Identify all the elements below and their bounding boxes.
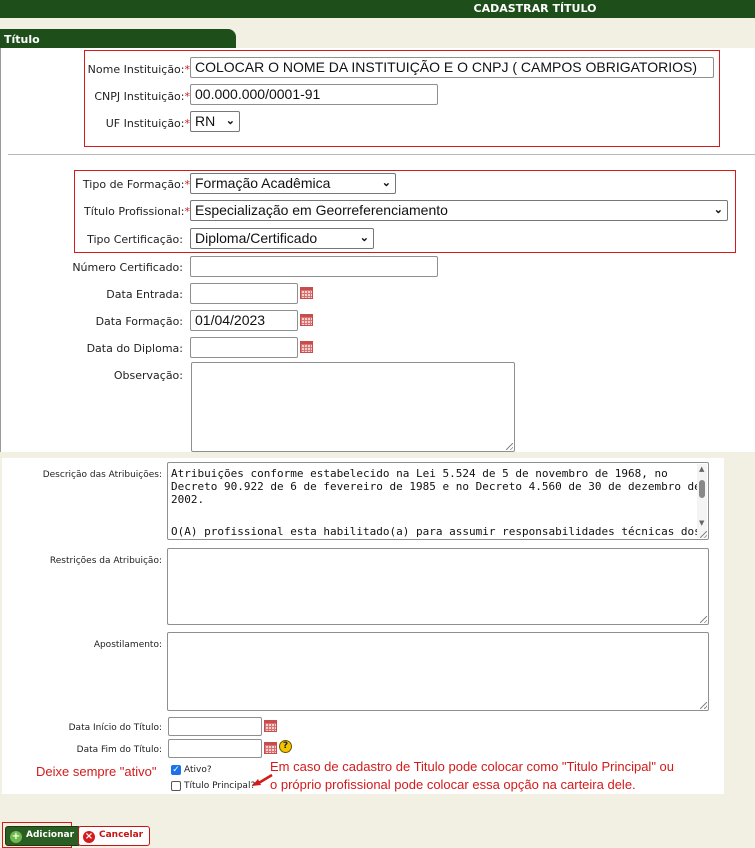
- ativo-label: Ativo?: [184, 765, 212, 775]
- titulo-profissional-label: Título Profissional:*: [84, 205, 190, 218]
- data-formacao-label: Data Formação:: [95, 315, 183, 328]
- descricao-line: O(A) profissional esta habilitado(a) par…: [171, 525, 701, 538]
- descricao-atribuicoes-textarea[interactable]: Atribuições conforme estabelecido na Lei…: [167, 462, 709, 540]
- resize-grip[interactable]: [506, 443, 513, 450]
- tab-titulo[interactable]: Título: [0, 29, 236, 49]
- apostilamento-label: Apostilamento:: [93, 640, 162, 650]
- data-fim-titulo-label: Data Fim do Título:: [76, 745, 162, 755]
- data-inicio-titulo-label: Data Início do Título:: [68, 723, 162, 733]
- calendar-icon[interactable]: [300, 314, 313, 326]
- ativo-checkbox[interactable]: ✓: [171, 765, 181, 775]
- calendar-icon[interactable]: [264, 720, 277, 732]
- cnpj-instituicao-input[interactable]: 00.000.000/0001-91: [190, 84, 438, 105]
- scrollbar-thumb[interactable]: [699, 480, 705, 498]
- page-title: CADASTRAR TÍTULO: [473, 2, 597, 15]
- chevron-down-icon: ⌄: [381, 177, 391, 189]
- titulo-principal-checkbox[interactable]: [171, 781, 181, 791]
- descricao-line: 2002.: [171, 493, 205, 506]
- tipo-certificacao-label: Tipo Certificação:: [87, 233, 183, 246]
- divider: [8, 154, 755, 155]
- tipo-certificacao-select[interactable]: Diploma/Certificado ⌄: [190, 228, 374, 249]
- data-diploma-input[interactable]: [190, 337, 298, 358]
- data-entrada-input[interactable]: [190, 283, 298, 304]
- descricao-atribuicoes-label: Descrição das Atribuições:: [42, 470, 162, 480]
- apostilamento-textarea[interactable]: [167, 632, 709, 711]
- tipo-formacao-label: Tipo de Formação:*: [82, 178, 190, 191]
- plus-circle-icon: +: [10, 831, 22, 843]
- data-fim-titulo-input[interactable]: [168, 739, 262, 758]
- help-icon[interactable]: ?: [279, 740, 292, 753]
- scroll-down-icon[interactable]: ▼: [699, 519, 704, 527]
- adicionar-button[interactable]: + Adicionar: [5, 826, 82, 846]
- data-entrada-label: Data Entrada:: [106, 288, 183, 301]
- scrollbar[interactable]: ▲ ▼: [697, 464, 707, 538]
- restricoes-atribuicao-label: Restrições da Atribuição:: [49, 556, 162, 566]
- x-circle-icon: ×: [83, 831, 95, 843]
- data-diploma-label: Data do Diploma:: [86, 342, 183, 355]
- observacao-label: Observação:: [113, 369, 183, 382]
- restricoes-atribuicao-textarea[interactable]: [167, 548, 709, 625]
- descricao-line: Atribuições conforme estabelecido na Lei…: [171, 467, 668, 480]
- chevron-down-icon: ⌄: [713, 204, 723, 216]
- numero-certificado-input[interactable]: [190, 256, 438, 277]
- resize-grip[interactable]: [700, 616, 707, 623]
- numero-certificado-label: Número Certificado:: [72, 261, 183, 274]
- note-ativo: Deixe sempre "ativo": [36, 764, 157, 779]
- title-bar: [0, 0, 755, 18]
- nome-instituicao-input[interactable]: COLOCAR O NOME DA INSTITUIÇÃO E O CNPJ (…: [190, 57, 714, 78]
- calendar-icon[interactable]: [264, 742, 277, 754]
- data-inicio-titulo-input[interactable]: [168, 717, 262, 736]
- nome-instituicao-label: Nome Instituição:*: [87, 63, 190, 76]
- observacao-textarea[interactable]: [191, 362, 515, 452]
- note-titulo-principal-line2: o próprio profissional pode colocar essa…: [270, 777, 636, 792]
- cnpj-instituicao-label: CNPJ Instituição:*: [94, 90, 190, 103]
- uf-instituicao-select[interactable]: RN ⌄: [190, 111, 240, 132]
- resize-grip[interactable]: [700, 702, 707, 709]
- chevron-down-icon: ⌄: [225, 115, 235, 127]
- descricao-line: Decreto 90.922 de 6 de fevereiro de 1985…: [171, 480, 701, 493]
- chevron-down-icon: ⌄: [359, 232, 369, 244]
- note-titulo-principal-line1: Em caso de cadastro de Titulo pode coloc…: [270, 759, 675, 774]
- calendar-icon[interactable]: [300, 287, 313, 299]
- calendar-icon[interactable]: [300, 341, 313, 353]
- titulo-principal-label: Título Principal?: [184, 781, 256, 791]
- tipo-formacao-select[interactable]: Formação Acadêmica ⌄: [190, 173, 396, 194]
- cancelar-button[interactable]: × Cancelar: [78, 826, 151, 846]
- uf-instituicao-label: UF Instituição:*: [105, 117, 190, 130]
- red-arrow-icon: [252, 773, 273, 786]
- data-formacao-input[interactable]: 01/04/2023: [190, 310, 298, 331]
- scroll-up-icon[interactable]: ▲: [699, 465, 704, 473]
- resize-grip[interactable]: [700, 531, 707, 538]
- titulo-profissional-select[interactable]: Especialização em Georreferenciamento ⌄: [190, 200, 728, 221]
